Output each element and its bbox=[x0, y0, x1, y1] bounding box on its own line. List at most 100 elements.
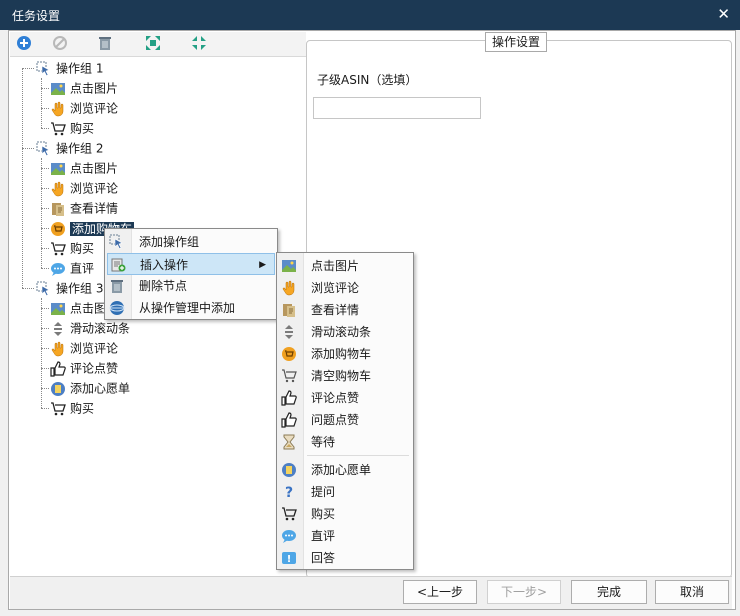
submenu-item[interactable]: ? 提问 bbox=[279, 481, 411, 503]
tree-group-node[interactable]: 操作组 3 bbox=[36, 278, 103, 298]
hourglass-icon bbox=[281, 434, 297, 450]
tree-action-node[interactable]: 购买 bbox=[50, 118, 94, 138]
tree-node-label: 操作组 2 bbox=[56, 141, 104, 156]
tree-connector bbox=[41, 298, 42, 408]
submenu-item[interactable]: 评论点赞 bbox=[279, 387, 411, 409]
tree-action-node[interactable]: 评论点赞 bbox=[50, 358, 118, 378]
close-button[interactable]: ✕ bbox=[717, 5, 730, 23]
title-bar: 任务设置 ✕ bbox=[0, 0, 740, 30]
tree-action-node[interactable]: 添加心愿单 bbox=[50, 378, 130, 398]
scroll-icon bbox=[281, 324, 297, 340]
submenu-item[interactable]: 添加心愿单 bbox=[279, 459, 411, 481]
tree-action-node[interactable]: 购买 bbox=[50, 398, 94, 418]
submenu-item-label: 滑动滚动条 bbox=[311, 325, 372, 339]
context-menu-item[interactable]: 删除节点 bbox=[107, 275, 275, 297]
image-icon bbox=[50, 81, 66, 97]
insert-icon bbox=[110, 257, 126, 273]
submenu-item[interactable]: 直评 bbox=[279, 525, 411, 547]
tree-node-label: 浏览评论 bbox=[70, 181, 119, 196]
tree-action-node[interactable]: 浏览评论 bbox=[50, 98, 118, 118]
delete-icon bbox=[109, 278, 125, 294]
cursor-icon bbox=[109, 234, 125, 250]
tree-action-node[interactable]: 点击图片 bbox=[50, 78, 118, 98]
tree-action-node[interactable]: 购买 bbox=[50, 238, 94, 258]
delete-icon bbox=[97, 35, 113, 54]
svg-text:!: ! bbox=[287, 554, 292, 565]
cart-icon bbox=[50, 241, 66, 257]
tree-action-node[interactable]: 查看详情 bbox=[50, 198, 118, 218]
tree-node-label: 购买 bbox=[70, 121, 95, 136]
tree-group-node[interactable]: 操作组 2 bbox=[36, 138, 103, 158]
book-icon bbox=[50, 201, 66, 217]
wishlist-icon bbox=[281, 462, 297, 478]
image-icon bbox=[281, 258, 297, 274]
submenu-item[interactable]: ! 回答 bbox=[279, 547, 411, 569]
add-cart-icon bbox=[50, 221, 66, 237]
tree-connector bbox=[22, 68, 23, 288]
tree-node-label: 浏览评论 bbox=[70, 101, 119, 116]
next-button[interactable]: 下一步> bbox=[487, 580, 561, 604]
delete-tool-button[interactable] bbox=[96, 35, 114, 53]
svg-text:?: ? bbox=[285, 485, 293, 500]
tree-action-node[interactable]: 浏览评论 bbox=[50, 178, 118, 198]
context-menu-item[interactable]: 从操作管理中添加 bbox=[107, 297, 275, 319]
thumb-icon bbox=[281, 390, 297, 406]
tree-action-node[interactable]: 直评 bbox=[50, 258, 94, 278]
submenu-item[interactable]: 点击图片 bbox=[279, 255, 411, 277]
cart-icon bbox=[50, 121, 66, 137]
tree-action-node[interactable]: 滑动滚动条 bbox=[50, 318, 130, 338]
expand-tool-button[interactable] bbox=[144, 35, 162, 53]
tree-connector bbox=[22, 68, 34, 69]
image-icon bbox=[50, 301, 66, 317]
tree-connector bbox=[41, 188, 49, 189]
tree-connector bbox=[41, 388, 49, 389]
cursor-icon bbox=[36, 61, 52, 77]
globe-icon bbox=[109, 300, 125, 316]
tree-toolbar bbox=[10, 32, 306, 57]
submenu-item-label: 提问 bbox=[311, 485, 336, 499]
tree-connector bbox=[41, 208, 49, 209]
context-menu-item-label: 删除节点 bbox=[139, 279, 188, 293]
window-title: 任务设置 bbox=[12, 9, 61, 23]
submenu-item-label: 浏览评论 bbox=[311, 281, 360, 295]
submenu-item[interactable]: 添加购物车 bbox=[279, 343, 411, 365]
tree-node-label: 操作组 1 bbox=[56, 61, 104, 76]
submenu-item-label: 点击图片 bbox=[311, 259, 360, 273]
submenu-item[interactable]: 查看详情 bbox=[279, 299, 411, 321]
submenu-item[interactable]: 购买 bbox=[279, 503, 411, 525]
finish-button[interactable]: 完成 bbox=[571, 580, 647, 604]
hand-icon bbox=[281, 280, 297, 296]
scroll-icon bbox=[50, 321, 66, 337]
submenu-item[interactable]: 滑动滚动条 bbox=[279, 321, 411, 343]
empty-cart-icon bbox=[281, 368, 297, 384]
submenu-item[interactable]: 等待 bbox=[279, 431, 411, 453]
child-asin-input[interactable] bbox=[313, 97, 481, 119]
tree-connector bbox=[22, 148, 34, 149]
prev-button[interactable]: <上一步 bbox=[403, 580, 477, 604]
collapse-tool-button[interactable] bbox=[190, 35, 208, 53]
tree-action-node[interactable]: 浏览评论 bbox=[50, 338, 118, 358]
add-tool-button[interactable] bbox=[15, 35, 33, 53]
submenu-item[interactable]: 浏览评论 bbox=[279, 277, 411, 299]
tree-node-label: 添加心愿单 bbox=[70, 381, 131, 396]
disable-icon bbox=[52, 35, 68, 54]
cursor-icon bbox=[36, 281, 52, 297]
settings-group-title: 操作设置 bbox=[485, 32, 548, 52]
submenu-item[interactable]: 问题点赞 bbox=[279, 409, 411, 431]
tree-node-label: 直评 bbox=[70, 261, 95, 276]
submenu-item-label: 直评 bbox=[311, 529, 336, 543]
tree-group-node[interactable]: 操作组 1 bbox=[36, 58, 103, 78]
tree-action-node[interactable]: 点击图片 bbox=[50, 158, 118, 178]
collapse-icon bbox=[191, 35, 207, 54]
chat-icon bbox=[281, 528, 297, 544]
context-menu-item[interactable]: 添加操作组 bbox=[107, 231, 275, 253]
thumb-icon bbox=[50, 360, 66, 377]
context-menu-item[interactable]: 插入操作 ▶ bbox=[107, 253, 275, 275]
cancel-button[interactable]: 取消 bbox=[655, 580, 729, 604]
submenu-item[interactable]: 清空购物车 bbox=[279, 365, 411, 387]
tree-connector bbox=[41, 228, 49, 229]
disable-tool-button[interactable] bbox=[51, 35, 69, 53]
question-icon: ? bbox=[281, 484, 297, 501]
tree-node-label: 购买 bbox=[70, 241, 95, 256]
tree-connector bbox=[41, 108, 49, 109]
